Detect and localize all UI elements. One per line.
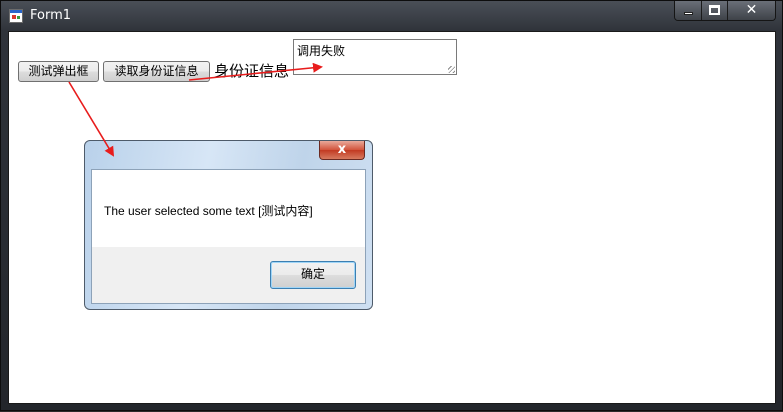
ok-button[interactable]: 确定 — [270, 261, 356, 289]
dialog-body: The user selected some text [测试内容] 确定 — [91, 169, 366, 304]
resize-grip-icon[interactable] — [448, 66, 455, 73]
close-icon: ✕ — [745, 2, 758, 18]
id-info-label: 身份证信息 — [214, 62, 290, 80]
result-textbox[interactable]: 调用失败 — [293, 39, 457, 75]
dialog-message: The user selected some text [测试内容] — [104, 204, 313, 218]
message-box-dialog: x The user selected some text [测试内容] 确定 — [84, 140, 373, 310]
dialog-close-icon: x — [337, 142, 347, 157]
dialog-footer: 确定 — [92, 247, 365, 303]
dialog-close-button[interactable]: x — [319, 141, 365, 160]
test-popup-button[interactable]: 测试弹出框 — [18, 61, 99, 82]
app-form-icon — [9, 9, 23, 23]
maximize-button[interactable] — [702, 1, 728, 20]
close-button[interactable]: ✕ — [728, 1, 775, 20]
read-id-info-button[interactable]: 读取身份证信息 — [103, 61, 210, 82]
main-window: Form1 ✕ 测试弹出框 读取身份证信息 身份证信息 调用失败 x The u… — [0, 0, 783, 411]
result-textbox-value: 调用失败 — [297, 44, 346, 58]
minimize-button[interactable] — [675, 1, 702, 20]
window-title: Form1 — [30, 8, 72, 23]
caption-buttons: ✕ — [674, 1, 776, 21]
title-bar[interactable]: Form1 ✕ — [1, 1, 782, 31]
